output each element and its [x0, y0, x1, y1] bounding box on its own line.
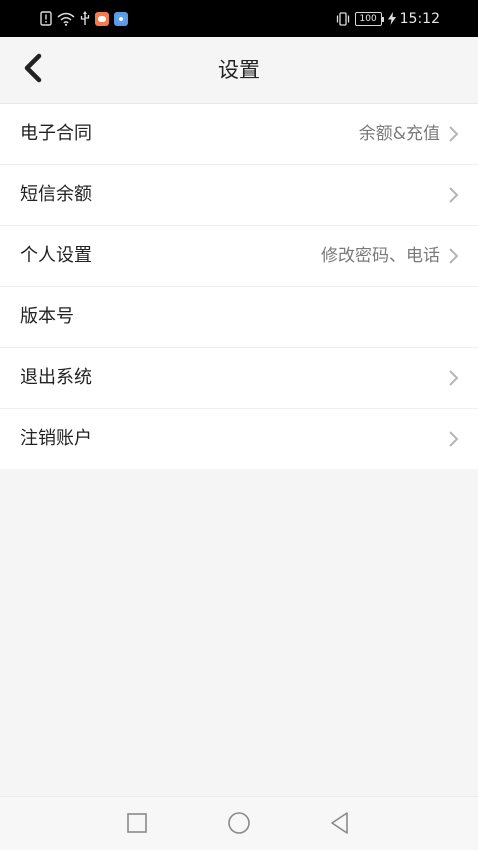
menu-item-label: 短信余额 [20, 184, 92, 205]
home-button[interactable] [225, 809, 253, 837]
status-bar: 100 15:12 [0, 0, 478, 37]
menu-item-value: 修改密码、电话 [321, 246, 440, 266]
battery-icon: 100 [354, 11, 384, 26]
page-title: 设置 [218, 58, 260, 82]
status-right-icons: 100 15:12 [335, 9, 440, 28]
chevron-right-icon [449, 126, 459, 142]
chevron-right-icon [449, 187, 459, 203]
chevron-right-icon [449, 248, 459, 264]
sim-alert-icon [40, 11, 52, 26]
recent-apps-icon [127, 813, 147, 833]
menu-item-label: 注销账户 [20, 428, 92, 449]
chevron-right-icon [449, 370, 459, 386]
menu-item-label: 退出系统 [20, 367, 92, 388]
chevron-right-icon [449, 431, 459, 447]
header: 设置 [0, 37, 478, 104]
back-triangle-icon [331, 812, 348, 834]
message-app-icon [95, 11, 109, 26]
charging-icon [387, 12, 396, 25]
menu-item-e-contract[interactable]: 电子合同 余额&充值 [0, 104, 478, 165]
vibrate-icon [336, 11, 349, 26]
menu-item-value: 余额&充值 [358, 124, 440, 144]
menu-item-label: 个人设置 [20, 245, 92, 266]
menu-item-cancel-account[interactable]: 注销账户 [0, 409, 478, 469]
clock: 15:12 [399, 10, 440, 27]
browser-app-icon [114, 11, 128, 26]
system-nav-bar [0, 796, 478, 850]
home-icon [228, 812, 250, 834]
menu-item-label: 版本号 [20, 306, 74, 327]
menu-item-logout[interactable]: 退出系统 [0, 348, 478, 409]
menu-item-sms-balance[interactable]: 短信余额 [0, 165, 478, 226]
menu-item-label: 电子合同 [20, 123, 92, 144]
menu-item-version: 版本号 [0, 287, 478, 348]
menu-item-personal-settings[interactable]: 个人设置 修改密码、电话 [0, 226, 478, 287]
usb-icon [80, 11, 90, 25]
recent-apps-button[interactable] [123, 809, 151, 837]
system-back-button[interactable] [326, 809, 354, 837]
status-left-icons [40, 10, 128, 27]
settings-list: 电子合同 余额&充值 短信余额 个人设置 修改密码、电话 版本号 退出系统 注销… [0, 104, 478, 469]
wifi-icon [57, 12, 75, 26]
